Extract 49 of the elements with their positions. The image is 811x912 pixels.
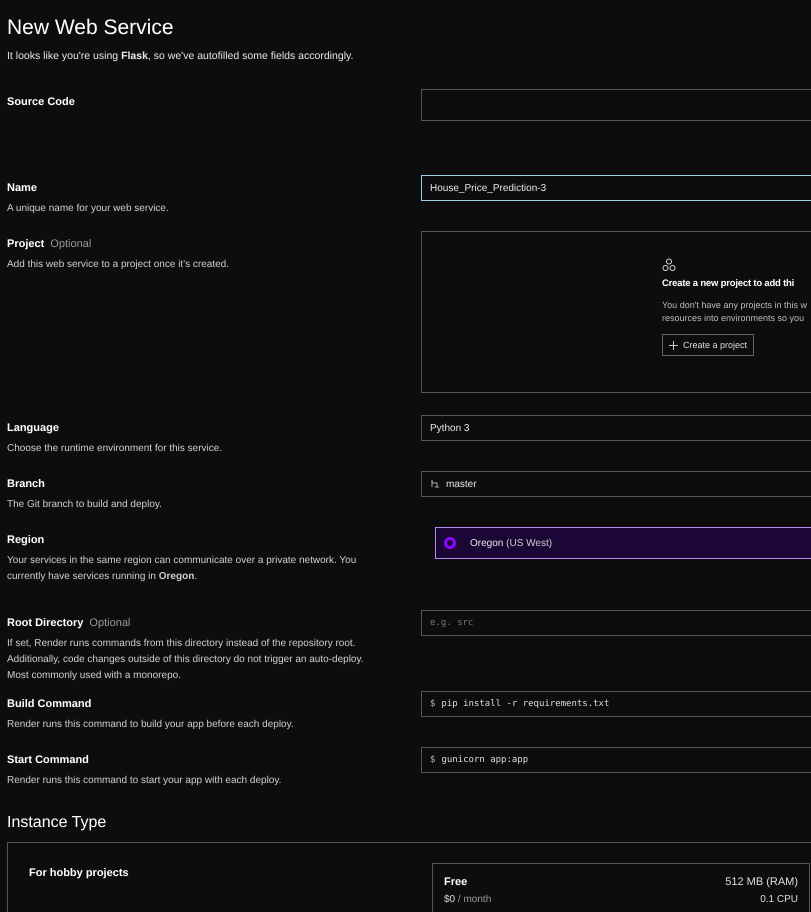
empty-state-title: Create a new project to add thi — [662, 278, 794, 289]
branch-select[interactable]: master — [421, 471, 811, 497]
plus-icon — [669, 340, 678, 350]
plan-price: $0 / month — [444, 894, 492, 905]
empty-state-text: You don't have any projects in this w — [662, 299, 807, 312]
branch-icon — [430, 480, 440, 488]
command-input-field[interactable]: $ gunicorn app:app — [421, 747, 811, 773]
region-option[interactable]: Oregon (US West) — [435, 527, 811, 559]
plan-ram: 512 MB (RAM) — [725, 876, 798, 888]
field-description: A unique name for your web service. — [7, 202, 170, 216]
field-label: Name — [7, 182, 37, 194]
field-label: Root Directory — [7, 617, 84, 629]
language-select[interactable]: Python 3 — [421, 415, 811, 441]
optional-tag: Optional — [50, 238, 92, 250]
field-label: Source Code — [7, 96, 75, 108]
command-input-field[interactable]: e.g. src — [421, 610, 811, 636]
field-description: Render runs this command to start your app with each deploy. — [7, 774, 282, 788]
placeholder-input[interactable]: e.g. src — [430, 618, 630, 628]
plan-cpu: 0.1 CPU — [760, 894, 798, 905]
field-label: Start Command — [7, 754, 89, 766]
field-description: The Git branch to build and deploy. — [7, 498, 163, 512]
command-text: pip install -r requirements.txt — [441, 699, 610, 709]
name-input-field[interactable]: House_Price_Prediction-3 — [421, 175, 811, 201]
region-name: Oregon (US West) — [470, 538, 552, 548]
source-code-field[interactable] — [421, 89, 811, 121]
field-label: Branch — [7, 478, 45, 490]
field-label: Region — [7, 534, 44, 546]
optional-tag: Optional — [89, 617, 130, 629]
plan-card[interactable]: Free 512 MB (RAM) $0 / month 0.1 CPU — [432, 863, 810, 912]
plan-name: Free — [444, 876, 468, 888]
field-label: Language — [7, 422, 59, 434]
field-description: Choose the runtime environment for this service. — [7, 442, 224, 456]
field-description: Render runs this command to build your app before each deploy. — [7, 718, 295, 732]
create-project-button[interactable]: Create a project — [662, 334, 754, 356]
prompt-symbol: $ — [430, 699, 436, 709]
field-description: Add this web service to a project once it's created. — [7, 258, 230, 272]
project-icon — [662, 258, 676, 272]
command-input-field[interactable]: $ pip install -r requirements.txt — [421, 691, 811, 717]
page-title: New Web Service — [7, 15, 175, 40]
field-description: Your services in the same region can communicate over a private network. You currently have services running in Oregon. — [7, 554, 358, 584]
intro-text: It looks like you're using Flask, so we've autofilled some fields accordingly. — [7, 50, 354, 62]
field-description: If set, Render runs commands from this directory instead of the repository root. Additionally, code changes outside of this directory do not trigger an auto-deploy. Most commonly used with a monorepo. — [7, 637, 365, 683]
section-heading: Instance Type — [7, 814, 108, 832]
empty-state-text: resources into environments so you — [662, 312, 804, 325]
group-label: For hobby projects — [29, 867, 130, 881]
command-text: gunicorn app:app — [441, 755, 528, 765]
field-label: Project — [7, 238, 44, 250]
field-label: Build Command — [7, 698, 92, 710]
prompt-symbol: $ — [430, 755, 436, 765]
